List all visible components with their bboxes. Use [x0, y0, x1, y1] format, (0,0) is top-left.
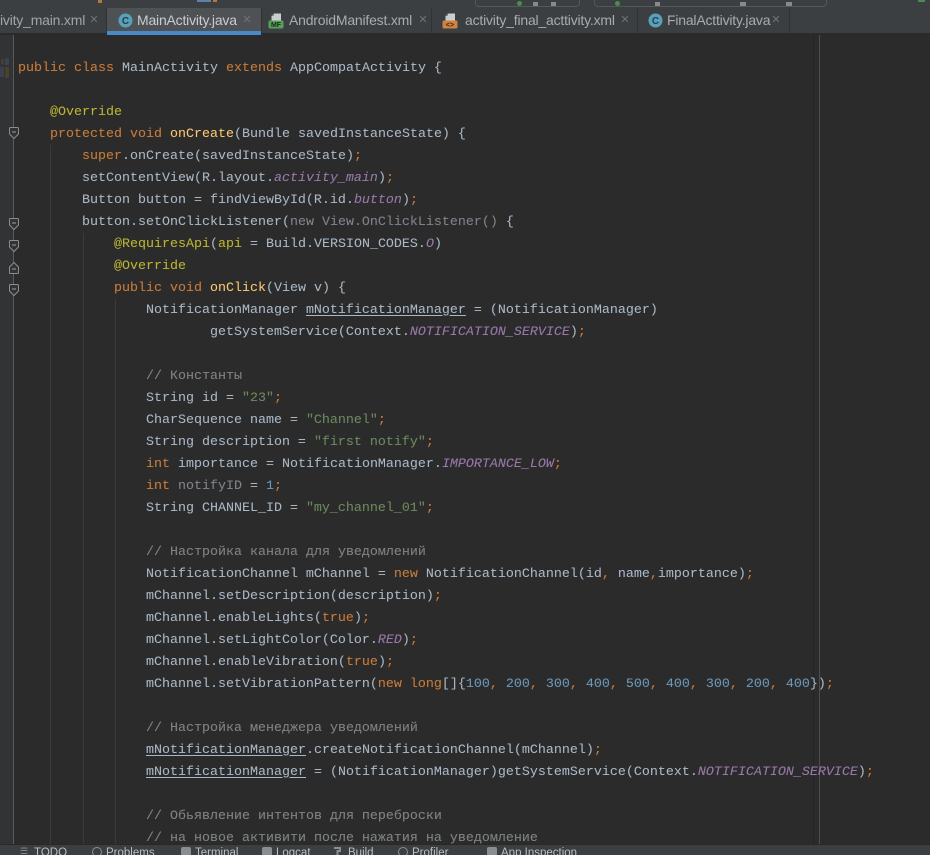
- svg-text:<>: <>: [446, 22, 454, 29]
- svg-text:MF: MF: [271, 22, 282, 29]
- svg-text:C: C: [652, 16, 659, 27]
- svg-text:C: C: [122, 16, 129, 27]
